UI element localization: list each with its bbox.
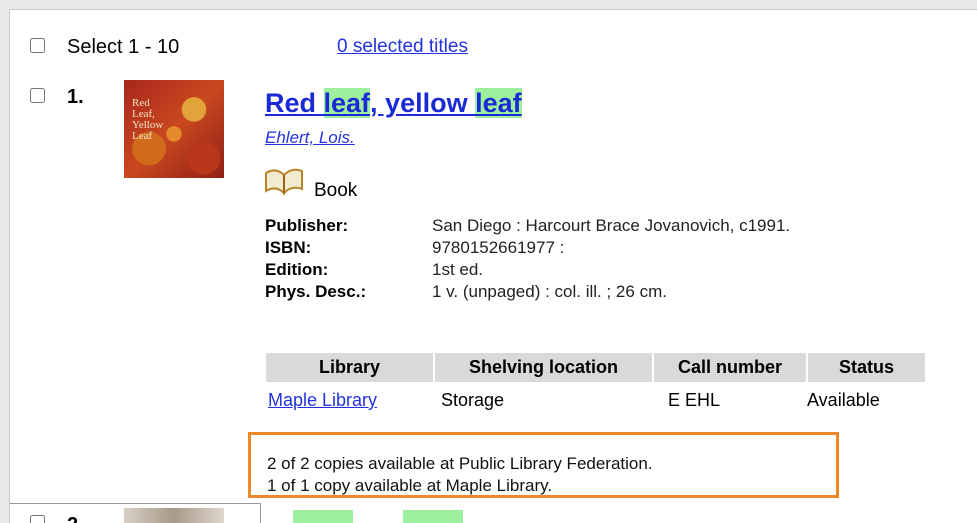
book-icon (265, 168, 303, 195)
select-all-checkbox[interactable] (30, 38, 45, 53)
publisher-value: San Diego : Harcourt Brace Jovanovich, c… (432, 216, 791, 235)
result-1-title[interactable]: Red leaf, yellow leaf (265, 88, 522, 119)
shelving-location-cell: Storage (441, 390, 505, 410)
book-cover-image[interactable]: Red Leaf, Yellow Leaf (124, 80, 224, 178)
search-results-panel: Select 1 - 10 0 selected titles 1. Red L… (9, 9, 977, 523)
availability-maple: 1 of 1 copy available at Maple Library. (267, 476, 553, 495)
phys-desc-value: 1 v. (unpaged) : col. ill. ; 26 cm. (432, 282, 667, 301)
availability-federation: 2 of 2 copies available at Public Librar… (267, 454, 653, 473)
result-1-checkbox[interactable] (30, 88, 45, 103)
edition-label: Edition: (265, 260, 329, 279)
col-header-shelving-location: Shelving location (435, 353, 652, 382)
format-label: Book (314, 180, 358, 201)
col-header-call-number: Call number (654, 353, 806, 382)
edition-value: 1st ed. (432, 260, 484, 279)
title-part: Red (265, 88, 324, 118)
select-range-label: Select 1 - 10 (67, 36, 180, 58)
result-2-title-highlight (293, 510, 353, 523)
title-highlight: leaf (475, 88, 522, 118)
status-cell: Available (807, 390, 880, 410)
library-link[interactable]: Maple Library (268, 390, 377, 411)
selected-titles-link[interactable]: 0 selected titles (337, 36, 468, 58)
phys-desc-label: Phys. Desc.: (265, 282, 367, 301)
result-divider (10, 503, 260, 504)
isbn-label: ISBN: (265, 238, 312, 257)
result-2-title-highlight (403, 510, 463, 523)
title-part: , yellow (370, 88, 476, 118)
availability-callout: 2 of 2 copies available at Public Librar… (248, 432, 839, 498)
result-2-cover-image[interactable] (124, 508, 224, 523)
result-1-number: 1. (67, 86, 84, 108)
cover-title-text: Red Leaf, Yellow Leaf (132, 97, 164, 142)
col-header-status: Status (808, 353, 925, 382)
result-divider-vertical (260, 503, 261, 523)
title-highlight: leaf (323, 88, 371, 118)
col-header-library: Library (266, 353, 433, 382)
author-link[interactable]: Ehlert, Lois. (265, 128, 355, 148)
publisher-label: Publisher: (265, 216, 349, 235)
isbn-value: 9780152661977 : (432, 238, 565, 257)
call-number-cell: E EHL (668, 390, 721, 410)
